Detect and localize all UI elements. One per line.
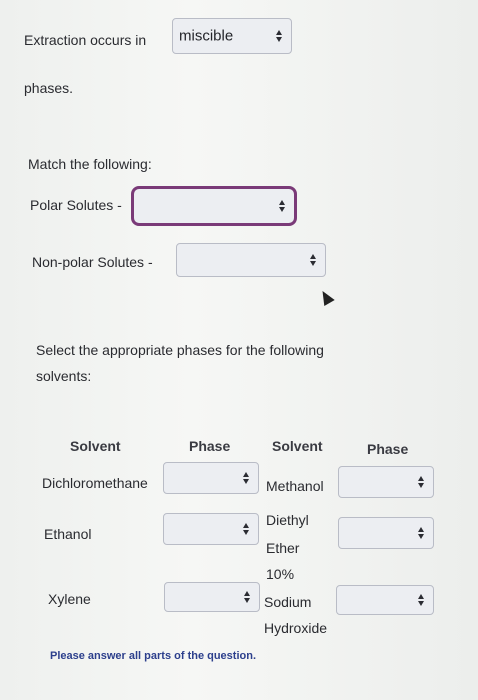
select-arrows-icon (418, 594, 425, 606)
phase-select-sodium-hydroxide[interactable] (336, 585, 434, 615)
solvent-ethanol: Ethanol (44, 526, 92, 542)
solvent-diethyl-line2: Ether (266, 540, 300, 556)
phase-select-ethanol[interactable] (163, 513, 259, 545)
q1-select[interactable]: miscible (172, 18, 292, 54)
mouse-pointer-icon (317, 287, 335, 307)
q1-prefix: Extraction occurs in (24, 32, 147, 48)
select-arrows-icon (418, 476, 425, 488)
q1-select-value: miscible (179, 27, 234, 45)
select-arrows-icon (243, 523, 250, 535)
select-arrows-icon (244, 591, 251, 603)
solvent-methanol: Methanol (266, 478, 324, 494)
phase-select-xylene[interactable] (164, 582, 260, 612)
header-solvent-right: Solvent (272, 438, 323, 454)
polar-solutes-label: Polar Solutes - (30, 197, 122, 213)
nonpolar-solutes-select[interactable] (176, 243, 326, 277)
answer-all-parts-note: Please answer all parts of the question. (50, 650, 257, 662)
q3-instruction-line2: solvents: (36, 368, 92, 384)
select-arrows-icon (276, 30, 283, 42)
header-phase-right: Phase (367, 441, 409, 457)
header-phase-left: Phase (189, 438, 231, 454)
question-page: Extraction occurs in miscible phases. Ma… (0, 0, 478, 700)
q1-suffix: phases. (24, 80, 74, 96)
polar-solutes-select[interactable] (131, 186, 297, 226)
solvent-diethyl-line1: Diethyl (266, 512, 309, 528)
q3-instruction-line1: Select the appropriate phases for the fo… (36, 342, 324, 358)
select-arrows-icon (279, 200, 286, 212)
solvent-dichloromethane: Dichloromethane (42, 475, 148, 491)
phase-select-dichloromethane[interactable] (163, 462, 259, 494)
select-arrows-icon (310, 254, 317, 266)
select-arrows-icon (243, 472, 250, 484)
solvent-naoh-line2: Sodium (264, 594, 312, 610)
solvent-naoh-line1: 10% (266, 566, 295, 582)
solvent-naoh-line3: Hydroxide (264, 620, 328, 636)
q2-instruction: Match the following: (28, 156, 152, 172)
phase-select-diethyl-ether[interactable] (338, 517, 434, 549)
phase-select-methanol[interactable] (338, 466, 434, 498)
solvent-xylene: Xylene (48, 591, 91, 607)
header-solvent-left: Solvent (70, 438, 121, 454)
select-arrows-icon (418, 527, 425, 539)
nonpolar-solutes-label: Non-polar Solutes - (32, 254, 153, 270)
